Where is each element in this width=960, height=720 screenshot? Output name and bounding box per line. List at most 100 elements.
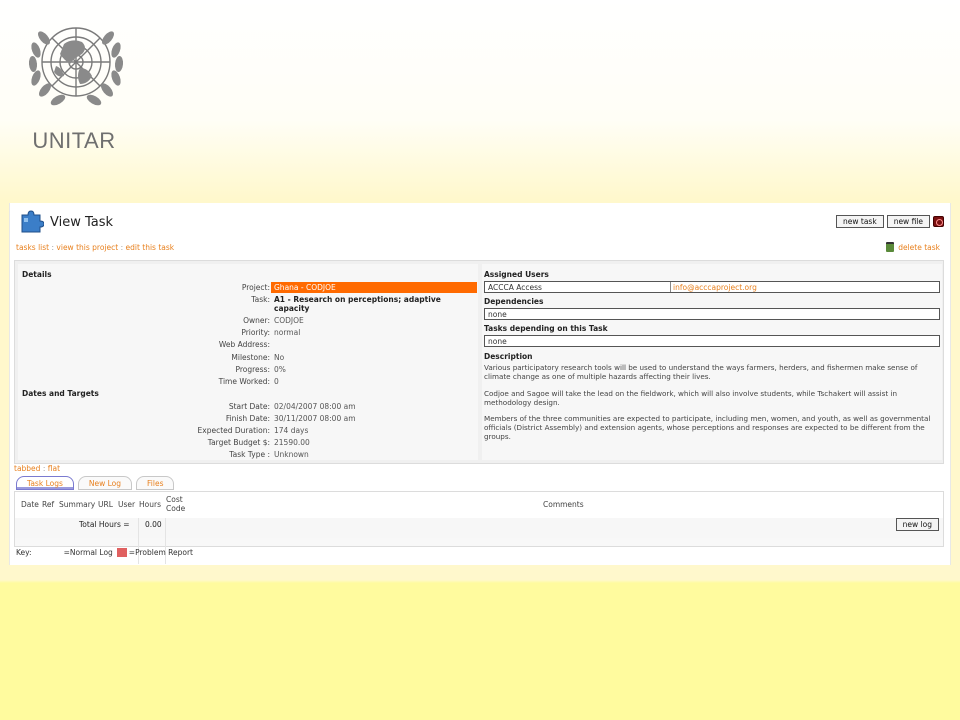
task-log-table: Date Ref Summary URL User Hours Cost Cod… [14,491,944,564]
task-log-header: Date Ref Summary URL User Hours Cost Cod… [15,492,943,518]
depending-tasks-heading: Tasks depending on this Task [484,324,608,333]
depending-tasks-value: none [484,335,940,347]
assigned-user-email-link[interactable]: info@acccaproject.org [673,283,757,292]
detail-label: Time Worked: [218,377,270,386]
column-header-comments: Comments [543,500,584,509]
description-heading: Description [484,352,533,361]
assigned-users-heading: Assigned Users [484,270,549,279]
detail-row-project: Project: Ghana - CODJOE [18,282,478,294]
total-hours-row: Total Hours = 0.00 new log [15,518,943,564]
detail-value: 0 [274,377,279,386]
dates-heading: Dates and Targets [22,389,99,398]
normal-log-label: =Normal Log [63,548,113,557]
dependencies-value: none [484,308,940,320]
detail-row-progress: Progress: 0% [18,364,478,376]
task-details-panel: Details Project: Ghana - CODJOE Task: A1… [14,260,944,464]
new-log-button[interactable]: new log [895,518,939,531]
detail-label: Web Address: [218,340,270,349]
detail-value: 174 days [274,426,309,435]
detail-value: 0% [274,365,286,374]
flat-link[interactable]: flat [48,464,60,473]
dependencies-heading: Dependencies [484,297,544,306]
tab-bar: Task Logs New Log Files [16,476,175,490]
page-header: View Task new task new file [10,203,950,239]
delete-task[interactable]: delete task [886,242,940,252]
detail-label: Project: [241,283,270,292]
date-row-budget: Target Budget $: 21590.00 [18,437,478,449]
normal-log-swatch [35,548,62,557]
date-row-start: Start Date: 02/04/2007 08:00 am [18,401,478,413]
trash-icon [886,242,895,252]
details-column: Details Project: Ghana - CODJOE Task: A1… [18,264,478,460]
new-task-button[interactable]: new task [836,215,884,228]
page-title: View Task [50,215,114,230]
detail-value: No [274,353,285,362]
detail-row-task: Task: A1 - Research on perceptions; adap… [18,294,478,314]
detail-label: Task: [251,295,270,304]
date-row-finish: Finish Date: 30/11/2007 08:00 am [18,413,478,425]
legend-key: Key: =Normal Log =Problem Report [16,548,193,557]
view-task-screenshot: View Task new task new file tasks list :… [9,203,951,565]
detail-value: 30/11/2007 08:00 am [274,414,356,423]
new-file-button[interactable]: new file [886,215,930,228]
detail-label: Target Budget $: [207,438,270,447]
tab-new-log[interactable]: New Log [77,476,133,490]
total-hours-label: Total Hours = [79,520,130,529]
details-heading: Details [22,270,52,279]
unitar-logo: UNITAR [12,6,140,154]
date-row-task-type: Task Type : Unknown [18,449,478,461]
date-row-duration: Expected Duration: 174 days [18,425,478,437]
detail-row-owner: Owner: CODJOE [18,315,478,327]
breadcrumb: tasks list : view this project : edit th… [16,243,174,252]
tasks-list-link[interactable]: tasks list [16,243,49,252]
detail-value: 21590.00 [274,438,310,447]
column-header-user: User [118,500,136,509]
view-project-link[interactable]: view this project [56,243,118,252]
column-header-hours: Hours [139,500,161,509]
tab-task-logs[interactable]: Task Logs [16,476,74,490]
detail-label: Start Date: [228,402,270,411]
cost-label: Cost [166,495,183,504]
delete-task-link[interactable]: delete task [898,243,940,252]
users-description-column: Assigned Users ACCCA Access info@acccapr… [482,264,942,460]
detail-label: Progress: [235,365,270,374]
edit-task-link[interactable]: edit this task [126,243,175,252]
description-paragraph-1: Various participatory research tools wil… [484,363,918,381]
detail-label: Finish Date: [225,414,270,423]
breadcrumb-separator: : [51,243,55,252]
tabbed-link[interactable]: tabbed [14,464,40,473]
detail-value: Unknown [274,450,309,459]
un-emblem-icon [28,27,124,106]
view-links-separator: : [42,464,46,473]
detail-row-web-address: Web Address: [18,339,478,351]
assigned-user-name: ACCCA Access [488,283,542,292]
cell-divider [670,282,671,292]
help-icon[interactable] [933,216,944,227]
detail-row-priority: Priority: normal [18,327,478,339]
header-actions: new task new file [836,215,944,228]
detail-row-milestone: Milestone: No [18,352,478,364]
detail-value: 02/04/2007 08:00 am [274,402,356,411]
detail-label: Expected Duration: [197,426,270,435]
detail-row-time-worked: Time Worked: 0 [18,376,478,388]
project-value[interactable]: Ghana - CODJOE [271,282,477,293]
total-hours-value: 0.00 [145,520,162,529]
detail-label: Priority: [241,328,270,337]
column-header-url: URL [98,500,113,509]
problem-report-swatch [116,548,127,557]
task-value: A1 - Research on perceptions; adaptive c… [274,295,441,313]
column-divider [165,518,166,564]
puzzle-icon [21,210,44,233]
tab-files[interactable]: Files [136,476,175,490]
column-header-ref: Ref [42,500,55,509]
view-mode-links: tabbed : flat [14,464,60,473]
column-divider [138,518,139,564]
description-paragraph-3: Members of the three communities are exp… [484,414,931,441]
column-header-date: Date [21,500,39,509]
logo-text: UNITAR [32,128,116,153]
column-header-summary: Summary [59,500,96,509]
detail-label: Milestone: [231,353,270,362]
column-header-cost-code: Cost Code [166,495,185,513]
breadcrumb-separator: : [120,243,124,252]
detail-value: normal [274,328,301,337]
